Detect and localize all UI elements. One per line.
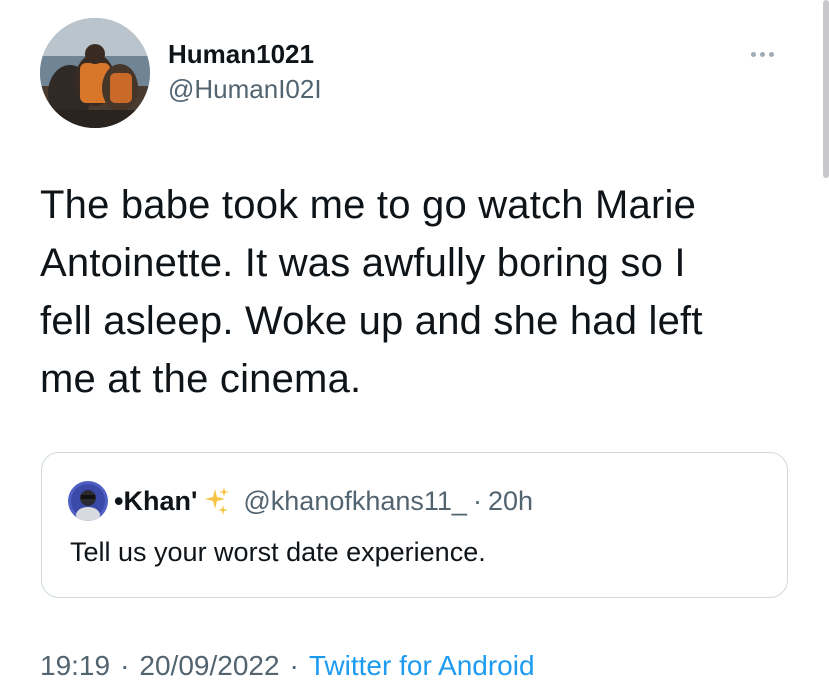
more-options-icon[interactable] xyxy=(742,44,782,64)
quoted-tweet-text: Tell us your worst date experience. xyxy=(70,537,486,567)
author-avatar[interactable] xyxy=(40,18,150,128)
quoted-handle[interactable]: @khanofkhans11_ xyxy=(243,486,467,517)
quoted-timestamp[interactable]: 20h xyxy=(488,486,533,517)
meta-separator: · xyxy=(120,650,130,681)
quoted-tweet-header: •Khan' @khanofkhans11_ · 20h xyxy=(68,481,533,521)
scrollbar[interactable] xyxy=(823,0,829,178)
quoted-avatar-photo-icon xyxy=(68,481,108,521)
tweet-time[interactable]: 19:19 xyxy=(40,650,110,682)
author-display-name[interactable]: Human1021 xyxy=(168,38,322,70)
avatar-photo-icon xyxy=(40,18,150,128)
meta-separator: · xyxy=(289,650,299,681)
tweet-text: The babe took me to go watch Marie Antoi… xyxy=(40,183,703,401)
tweet-date[interactable]: 20/09/2022 xyxy=(139,650,279,682)
tweet-meta: 19:19 · 20/09/2022 · Twitter for Android xyxy=(40,650,535,682)
quoted-display-name[interactable]: •Khan' xyxy=(114,486,197,517)
tweet-source-link[interactable]: Twitter for Android xyxy=(309,650,535,682)
author-handle[interactable]: @HumanI02I xyxy=(168,72,322,106)
quoted-author-avatar[interactable] xyxy=(68,481,108,521)
quoted-tweet-card[interactable]: •Khan' @khanofkhans11_ · 20h Tell us you… xyxy=(41,452,788,598)
quoted-separator: · xyxy=(472,485,482,516)
tweet-header: Human1021 @HumanI02I xyxy=(40,18,800,130)
sparkles-icon xyxy=(205,487,230,515)
